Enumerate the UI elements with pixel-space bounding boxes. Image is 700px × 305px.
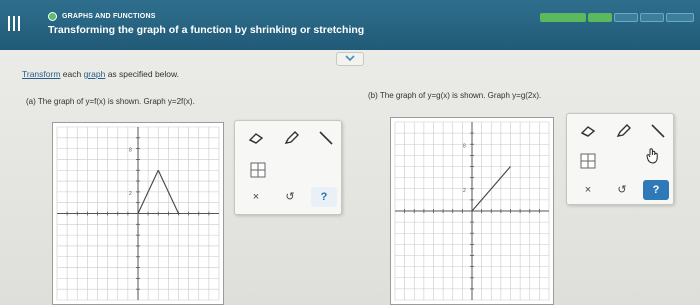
- transform-link[interactable]: Transform: [22, 69, 60, 79]
- y-tick-label: 2: [463, 188, 466, 194]
- help-button[interactable]: ?: [311, 187, 337, 207]
- pencil-icon[interactable]: [283, 129, 301, 147]
- instruction-text: Transform each graph as specified below.: [22, 69, 179, 79]
- graph-a[interactable]: 82: [52, 122, 224, 305]
- collapse-button[interactable]: [336, 52, 364, 66]
- y-tick-label: 8: [129, 148, 132, 154]
- progress-segment: [540, 13, 586, 22]
- graph-b-canvas[interactable]: 82: [391, 118, 553, 304]
- graph-b[interactable]: 82: [390, 117, 554, 305]
- chevron-down-icon: [345, 55, 355, 62]
- progress-segment: [640, 13, 664, 22]
- section-label: GRAPHS AND FUNCTIONS: [62, 13, 156, 20]
- pencil-icon[interactable]: [615, 122, 633, 140]
- eraser-icon[interactable]: [579, 122, 597, 140]
- graph-link[interactable]: graph: [84, 69, 106, 79]
- undo-button[interactable]: ↺: [277, 187, 303, 207]
- clear-button[interactable]: ×: [575, 180, 601, 200]
- progress-segment: [666, 13, 694, 22]
- status-dot-icon: [48, 12, 57, 21]
- grid-icon[interactable]: [579, 152, 597, 170]
- clear-button[interactable]: ×: [243, 187, 269, 207]
- progress-segment: [614, 13, 638, 22]
- progress-bar: [540, 13, 695, 22]
- hand-cursor-icon: [646, 148, 658, 164]
- topic-title: Transforming the graph of a function by …: [48, 24, 365, 36]
- section-row: GRAPHS AND FUNCTIONS: [48, 12, 156, 21]
- tool-panel-a: × ↺ ?: [234, 120, 342, 215]
- part-b-label: (b) The graph of y=g(x) is shown. Graph …: [368, 91, 542, 100]
- top-bar: GRAPHS AND FUNCTIONS Transforming the gr…: [0, 0, 700, 50]
- line-icon[interactable]: [649, 122, 667, 140]
- problem-area: Transform each graph as specified below.…: [0, 50, 700, 305]
- instruction-part: as specified below.: [105, 69, 180, 79]
- grid-icon[interactable]: [249, 161, 267, 179]
- graph-a-canvas[interactable]: 82: [53, 123, 223, 304]
- instruction-part: each: [60, 69, 84, 79]
- eraser-icon[interactable]: [247, 129, 265, 147]
- y-tick-label: 2: [129, 191, 132, 197]
- part-a-label: (a) The graph of y=f(x) is shown. Graph …: [26, 97, 195, 106]
- y-tick-label: 8: [463, 143, 466, 149]
- line-icon[interactable]: [317, 129, 335, 147]
- progress-segment: [588, 13, 612, 22]
- help-button[interactable]: ?: [643, 180, 669, 200]
- undo-button[interactable]: ↺: [609, 180, 635, 200]
- menu-icon[interactable]: [6, 16, 22, 32]
